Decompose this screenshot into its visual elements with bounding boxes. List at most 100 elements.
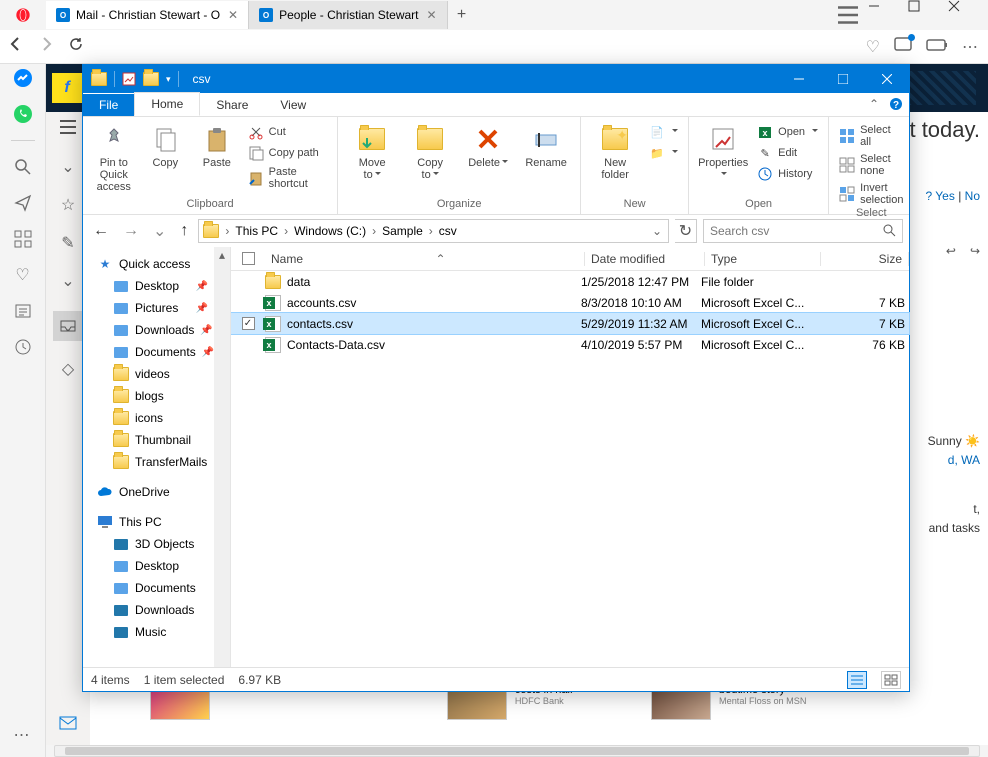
- thumbnails-view-button[interactable]: [881, 671, 901, 689]
- tree-item[interactable]: 3D Objects: [83, 533, 230, 555]
- tree-item[interactable]: Music: [83, 621, 230, 643]
- news-icon[interactable]: [13, 301, 33, 321]
- paste-button[interactable]: Paste: [194, 121, 240, 169]
- tree-item[interactable]: icons: [83, 407, 230, 429]
- ribbon-tab-home[interactable]: Home: [134, 92, 200, 116]
- heart-icon[interactable]: ♡: [866, 37, 880, 57]
- collapse-ribbon-icon[interactable]: ⌃: [869, 97, 879, 114]
- horizontal-scrollbar[interactable]: [54, 745, 980, 757]
- star-icon[interactable]: ☆: [61, 195, 75, 215]
- mail-icon[interactable]: [59, 716, 77, 735]
- search-icon[interactable]: [13, 157, 33, 177]
- nav-recent-button[interactable]: ⌄: [149, 221, 170, 241]
- copy-to-button[interactable]: Copy to: [404, 121, 456, 181]
- tree-item[interactable]: Downloads📌: [83, 319, 230, 341]
- invert-selection-button[interactable]: Invert selection: [837, 181, 905, 207]
- tree-item[interactable]: Pictures📌: [83, 297, 230, 319]
- open-button[interactable]: xOpen: [755, 123, 820, 141]
- history-icon[interactable]: [13, 337, 33, 357]
- tree-item[interactable]: Desktop: [83, 555, 230, 577]
- window-close-button[interactable]: [865, 65, 909, 93]
- inbox-icon[interactable]: [53, 311, 83, 341]
- window-maximize-button[interactable]: [908, 0, 948, 30]
- refresh-button[interactable]: ↻: [675, 219, 697, 243]
- browser-tab-active[interactable]: O Mail - Christian Stewart - O ✕: [46, 1, 249, 29]
- tree-item[interactable]: videos: [83, 363, 230, 385]
- chevron-down-icon[interactable]: ⌄: [61, 271, 74, 291]
- tree-item[interactable]: TransferMails: [83, 451, 230, 473]
- pencil-icon[interactable]: ✎: [61, 233, 74, 253]
- reload-button[interactable]: [68, 36, 84, 57]
- window-close-button[interactable]: [948, 0, 988, 30]
- help-icon[interactable]: ?: [889, 97, 903, 114]
- select-all-checkbox[interactable]: [242, 252, 255, 265]
- ribbon-tab-file[interactable]: File: [83, 94, 134, 116]
- navigation-tree[interactable]: ★Quick access Desktop📌Pictures📌Downloads…: [83, 247, 231, 667]
- delete-button[interactable]: Delete: [462, 121, 514, 169]
- hamburger-icon[interactable]: [59, 120, 77, 139]
- breadcrumb[interactable]: › This PC› Windows (C:)› Sample› csv ⌄: [198, 219, 669, 243]
- ribbon-tab-view[interactable]: View: [264, 94, 322, 116]
- tab-close-icon[interactable]: ✕: [228, 8, 238, 22]
- column-headers[interactable]: Name⌃ Date modified Type Size: [231, 247, 909, 271]
- speed-dial-icon[interactable]: [13, 229, 33, 249]
- new-folder-button[interactable]: ✦New folder: [589, 121, 641, 181]
- nav-forward-button[interactable]: →: [119, 222, 143, 240]
- cut-button[interactable]: Cut: [246, 123, 330, 141]
- table-row[interactable]: Contacts-Data.csv4/10/2019 5:57 PMMicros…: [231, 334, 909, 355]
- tree-item[interactable]: Documents📌: [83, 341, 230, 363]
- select-all-button[interactable]: Select all: [837, 123, 905, 149]
- forward-button[interactable]: [38, 36, 54, 57]
- move-to-button[interactable]: Move to: [346, 121, 398, 181]
- rename-button[interactable]: Rename: [520, 121, 572, 169]
- new-item-button[interactable]: 📄: [647, 123, 680, 141]
- select-none-button[interactable]: Select none: [837, 152, 905, 178]
- panels-icon[interactable]: [828, 0, 868, 30]
- properties-button[interactable]: Properties: [697, 121, 749, 181]
- details-view-button[interactable]: [847, 671, 867, 689]
- tree-item[interactable]: Downloads: [83, 599, 230, 621]
- history-button[interactable]: History: [755, 165, 820, 183]
- whatsapp-icon[interactable]: [13, 104, 33, 124]
- folder-icon[interactable]: [143, 72, 159, 86]
- table-row[interactable]: accounts.csv8/3/2018 10:10 AMMicrosoft E…: [231, 292, 909, 313]
- tab-close-icon[interactable]: ✕: [427, 8, 437, 22]
- qat-properties-icon[interactable]: [122, 72, 136, 86]
- window-maximize-button[interactable]: [821, 65, 865, 93]
- tree-item[interactable]: Desktop📌: [83, 275, 230, 297]
- chevron-down-icon[interactable]: ⌄: [61, 157, 74, 177]
- heart-icon[interactable]: ♡: [13, 265, 33, 285]
- new-tab-button[interactable]: +: [448, 6, 476, 24]
- edit-button[interactable]: ✎Edit: [755, 144, 820, 162]
- copy-path-button[interactable]: Copy path: [246, 144, 330, 162]
- tree-item[interactable]: blogs: [83, 385, 230, 407]
- pin-to-quick-access-button[interactable]: Pin to Quick access: [91, 121, 137, 193]
- file-explorer-titlebar[interactable]: ▾ csv: [83, 65, 909, 93]
- ribbon-tab-share[interactable]: Share: [200, 94, 264, 116]
- diamond-icon[interactable]: ◇: [62, 359, 74, 379]
- file-list[interactable]: data1/25/2018 12:47 PMFile folderaccount…: [231, 271, 909, 667]
- sidebar-more[interactable]: ⋯: [14, 725, 32, 745]
- reply-icon[interactable]: ↩: [946, 242, 956, 261]
- back-button[interactable]: [8, 36, 24, 57]
- tree-item[interactable]: Thumbnail: [83, 429, 230, 451]
- send-icon[interactable]: [13, 193, 33, 213]
- reading-icon[interactable]: [894, 37, 912, 56]
- search-box[interactable]: Search csv: [703, 219, 903, 243]
- copy-button[interactable]: Copy: [143, 121, 189, 169]
- table-row[interactable]: data1/25/2018 12:47 PMFile folder: [231, 271, 909, 292]
- table-row[interactable]: ✓contacts.csv5/29/2019 11:32 AMMicrosoft…: [231, 313, 909, 334]
- easy-access-button[interactable]: 📁: [647, 144, 680, 162]
- tree-scrollbar[interactable]: ▴: [214, 247, 230, 667]
- row-checkbox[interactable]: ✓: [242, 317, 255, 330]
- paste-shortcut-button[interactable]: Paste shortcut: [246, 165, 330, 191]
- messenger-icon[interactable]: [13, 68, 33, 88]
- nav-back-button[interactable]: ←: [89, 222, 113, 240]
- breadcrumb-dropdown-icon[interactable]: ⌄: [650, 224, 664, 238]
- qat-dropdown-icon[interactable]: ▾: [166, 74, 171, 85]
- forward-icon[interactable]: ↪: [970, 242, 980, 261]
- window-minimize-button[interactable]: [868, 0, 908, 30]
- browser-tab-inactive[interactable]: O People - Christian Stewart ✕: [249, 1, 447, 29]
- nav-up-button[interactable]: ↑: [176, 222, 192, 240]
- menu-icon[interactable]: ⋯: [962, 37, 980, 57]
